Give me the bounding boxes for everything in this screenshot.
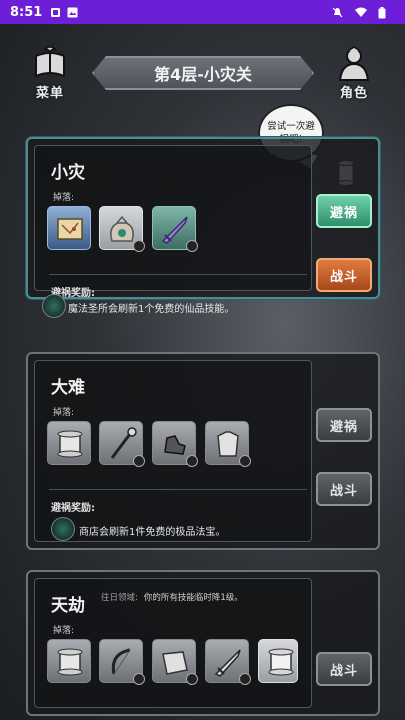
drop-item[interactable] xyxy=(99,421,145,467)
bound-badge-icon xyxy=(186,455,198,467)
divider xyxy=(49,489,307,490)
character-button[interactable]: 角色 xyxy=(328,46,380,104)
notification-icon xyxy=(50,7,61,18)
reward-skill-icon xyxy=(42,294,66,318)
encounter-title: 天劫 xyxy=(51,596,85,616)
encounter-card-big: 大难 掉落: 避祸奖励: 商店会刷新1件免费的极品法宝。 xyxy=(26,352,380,550)
status-time: 8:51 xyxy=(10,4,43,20)
encounter-panel: 天劫 往日领域: 你的所有技能临时降1级。 掉落: xyxy=(34,578,312,708)
drop-item[interactable] xyxy=(205,639,251,685)
wifi-icon xyxy=(355,7,367,18)
drop-item[interactable] xyxy=(99,206,145,252)
drop-item[interactable] xyxy=(152,206,198,252)
avoid-button[interactable]: 避祸 xyxy=(316,194,372,228)
image-notification-icon xyxy=(67,7,78,18)
bound-badge-icon xyxy=(133,673,145,685)
level-title: 第4层-小灾关 xyxy=(92,56,314,90)
menu-emblem-icon xyxy=(30,46,70,82)
fight-button[interactable]: 战斗 xyxy=(316,652,372,686)
drop-item[interactable] xyxy=(99,639,145,685)
scroll-icon xyxy=(57,430,83,458)
curse-label: 往日领域: xyxy=(101,593,138,603)
encounter-panel: 大难 掉落: 避祸奖励: 商店会刷新1件免费的极品法宝。 xyxy=(34,360,312,542)
divider xyxy=(49,274,307,275)
character-label: 角色 xyxy=(339,86,368,101)
scroll-map-icon xyxy=(57,218,83,240)
encounter-title: 小灾 xyxy=(51,163,85,183)
drops-label: 掉落: xyxy=(53,626,75,636)
fight-button[interactable]: 战斗 xyxy=(316,472,372,506)
bound-badge-icon xyxy=(239,455,251,467)
character-icon xyxy=(334,46,374,82)
scroll-icon xyxy=(268,648,294,676)
bound-badge-icon xyxy=(239,673,251,685)
status-bar: 8:51 xyxy=(0,0,405,24)
drop-item[interactable] xyxy=(258,639,298,683)
bound-badge-icon xyxy=(186,240,198,252)
reward-treasure-icon xyxy=(51,517,75,541)
scroll-icon xyxy=(57,648,83,676)
drop-item[interactable] xyxy=(47,421,91,465)
drop-item[interactable] xyxy=(152,639,198,685)
fight-button[interactable]: 战斗 xyxy=(316,258,372,292)
drops-label: 掉落: xyxy=(53,193,75,203)
avoid-button[interactable]: 避祸 xyxy=(316,408,372,442)
curse-effect: 往日领域: 你的所有技能临时降1级。 xyxy=(101,591,243,603)
drops-label: 掉落: xyxy=(53,408,75,418)
encounter-panel: 小灾 掉落: 避祸奖励: xyxy=(34,145,312,299)
bound-badge-icon xyxy=(133,455,145,467)
reward-label: 避祸奖励: xyxy=(51,503,95,514)
drop-item[interactable] xyxy=(205,421,251,467)
reward-text: 魔法圣所会刷新1个免费的仙品技能。 xyxy=(68,304,235,315)
mute-icon xyxy=(332,7,343,18)
encounter-card-calamity: 天劫 往日领域: 你的所有技能临时降1级。 掉落: xyxy=(26,570,380,716)
encounter-title: 大难 xyxy=(51,378,85,398)
reward-text: 商店会刷新1件免费的极品法宝。 xyxy=(79,527,226,538)
menu-label: 菜单 xyxy=(35,86,64,101)
battery-icon xyxy=(378,6,389,18)
menu-button[interactable]: 菜单 xyxy=(24,46,76,104)
bound-badge-icon xyxy=(186,673,198,685)
drop-item[interactable] xyxy=(47,639,91,683)
drop-item[interactable] xyxy=(47,206,91,250)
bound-badge-icon xyxy=(133,240,145,252)
curse-text: 你的所有技能临时降1级。 xyxy=(143,593,243,603)
drop-item[interactable] xyxy=(152,421,198,467)
